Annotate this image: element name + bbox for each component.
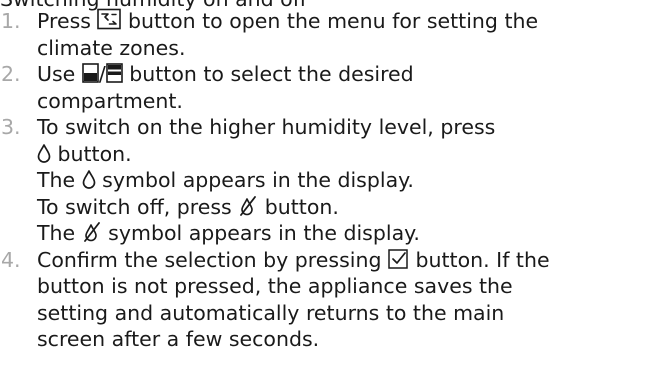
step-body: To switch on the higher humidity level, … bbox=[37, 114, 647, 247]
step-2: 2. Use / button to select the desired co… bbox=[0, 61, 647, 114]
step-line: The symbol appears in the display. bbox=[37, 220, 645, 247]
humidity-drop-icon bbox=[37, 143, 51, 163]
step-text: button. bbox=[51, 141, 132, 166]
step-list: 1. Press button to open the menu for set… bbox=[0, 8, 647, 353]
instruction-page: Switching humidity on and off 1. Press b… bbox=[0, 0, 647, 383]
step-number: 2. bbox=[1, 62, 21, 86]
step-line: The symbol appears in the display. bbox=[37, 167, 645, 194]
step-text: Confirm the selection by pressing bbox=[37, 247, 388, 272]
step-line: compartment. bbox=[37, 88, 183, 113]
step-body: Press button to open the menu for settin… bbox=[37, 8, 647, 61]
step-text: symbol appears in the display. bbox=[101, 221, 420, 245]
step-number: 4. bbox=[1, 247, 21, 272]
step-4: 4. Confirm the selection by pressing but… bbox=[0, 247, 647, 353]
compartment-lower-icon bbox=[82, 63, 99, 83]
step-line: To switch on the higher humidity level, … bbox=[37, 115, 496, 139]
step-text: Use bbox=[37, 62, 82, 86]
humidity-drop-icon bbox=[82, 169, 96, 189]
step-text: / bbox=[98, 62, 106, 86]
step-line: Use / button to select the desired bbox=[37, 61, 645, 88]
step-line: screen after a few seconds. bbox=[37, 327, 320, 351]
step-text: Press bbox=[37, 9, 98, 33]
step-line: Press button to open the menu for settin… bbox=[37, 8, 645, 35]
step-text: symbol appears in the display. bbox=[95, 168, 414, 192]
step-body: Confirm the selection by pressing button… bbox=[37, 247, 647, 353]
step-number: 1. bbox=[1, 9, 21, 33]
step-line: setting and automatically returns to the… bbox=[37, 300, 505, 325]
step-line: To switch off, press button. bbox=[37, 194, 645, 221]
confirm-check-icon bbox=[388, 248, 409, 269]
step-line: Confirm the selection by pressing button… bbox=[37, 247, 645, 274]
step-text: The bbox=[37, 221, 82, 245]
climate-zones-menu-icon bbox=[97, 8, 122, 30]
humidity-off-icon bbox=[82, 222, 102, 242]
step-line: climate zones. bbox=[37, 35, 186, 60]
step-body: Use / button to select the desired compa… bbox=[37, 61, 647, 114]
step-text: button to open the menu for setting the bbox=[121, 9, 539, 33]
step-3: 3. To switch on the higher humidity leve… bbox=[0, 114, 647, 247]
step-line: button. bbox=[37, 141, 645, 168]
step-text: To switch off, press bbox=[37, 194, 239, 219]
step-number: 3. bbox=[1, 115, 21, 139]
step-text: button. bbox=[258, 194, 339, 219]
step-text: button. If the bbox=[408, 247, 550, 272]
humidity-off-icon bbox=[238, 195, 258, 216]
step-line: button is not pressed, the appliance sav… bbox=[37, 274, 513, 298]
step-1: 1. Press button to open the menu for set… bbox=[0, 8, 647, 61]
step-text: button to select the desired bbox=[122, 62, 414, 86]
step-text: The bbox=[37, 168, 82, 192]
compartment-upper-icon bbox=[105, 63, 123, 83]
